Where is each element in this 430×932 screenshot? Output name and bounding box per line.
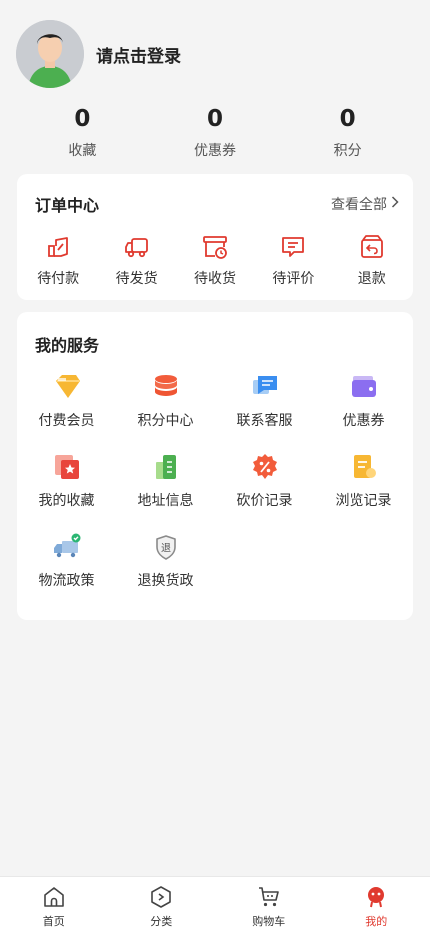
home-icon: [43, 887, 64, 907]
refund-icon: [360, 235, 383, 258]
service-label: 优惠券: [342, 413, 385, 429]
order-label: 待发货: [115, 271, 158, 287]
service-paid-membership[interactable]: 付费会员: [17, 372, 116, 430]
stat-value: 0: [339, 106, 356, 132]
order-center-title: 订单中心: [35, 196, 100, 215]
service-logistics-policy[interactable]: 物流政策: [17, 532, 116, 590]
star-card-icon: [54, 455, 79, 479]
tab-label: 购物车: [252, 915, 286, 928]
document-icon: [353, 455, 376, 478]
service-return-policy[interactable]: 退 退换货政: [116, 532, 215, 590]
service-label: 砍价记录: [236, 493, 293, 509]
service-label: 我的收藏: [38, 493, 95, 509]
return-shield-icon: 退: [155, 535, 176, 560]
service-bargain-records[interactable]: 砍价记录: [215, 452, 314, 510]
diamond-icon: [55, 375, 80, 398]
wallet-icon: [351, 376, 376, 397]
tab-profile[interactable]: 我的: [323, 877, 430, 932]
service-label: 积分中心: [137, 413, 194, 429]
svg-text:退: 退: [161, 543, 171, 555]
pending-payment-icon: [48, 237, 69, 257]
my-services-title: 我的服务: [35, 336, 100, 355]
stat-coupons[interactable]: 0 优惠券: [149, 104, 282, 164]
service-label: 联系客服: [236, 413, 293, 429]
view-all-orders-link[interactable]: 查看全部: [331, 194, 399, 214]
order-pending-review[interactable]: 待评价: [258, 234, 328, 290]
chat-bubble-icon: [252, 376, 277, 394]
profile-icon: [368, 887, 385, 908]
service-my-favorites[interactable]: 我的收藏: [17, 452, 116, 510]
service-label: 退换货政: [137, 573, 194, 589]
order-pending-shipment[interactable]: 待发货: [102, 234, 172, 290]
truck-icon: [124, 238, 148, 258]
stat-points[interactable]: 0 积分: [281, 104, 414, 164]
stat-value: 0: [207, 106, 224, 132]
box-clock-icon: [203, 236, 227, 259]
order-label: 待评价: [272, 271, 315, 287]
service-coupons[interactable]: 优惠券: [314, 372, 413, 430]
stats-row: 0 收藏 0 优惠券 0 积分: [16, 104, 414, 164]
order-label: 退款: [357, 271, 386, 287]
tab-label: 我的: [365, 915, 388, 928]
avatar[interactable]: [16, 20, 84, 88]
service-label: 付费会员: [38, 413, 95, 429]
stat-favorites[interactable]: 0 收藏: [16, 104, 149, 164]
bottom-tab-bar: 首页 分类 购物车 我的: [0, 876, 430, 932]
chevron-right-icon: [391, 196, 399, 212]
order-pending-payment[interactable]: 待付款: [23, 234, 93, 290]
order-label: 待付款: [37, 271, 80, 287]
service-label: 物流政策: [38, 573, 95, 589]
tab-label: 分类: [150, 915, 173, 928]
order-center-card: 订单中心 查看全部 待付款 待发货 待收货 待评价 退款: [17, 174, 413, 300]
services-grid: 付费会员 积分中心 联系客服 优惠券 我的收藏 地址信息 砍价记录 浏览记录 物…: [17, 372, 413, 590]
discount-badge-icon: [252, 454, 277, 479]
stat-label: 优惠券: [194, 143, 236, 159]
tab-cart[interactable]: 购物车: [215, 877, 323, 932]
tab-category[interactable]: 分类: [108, 877, 216, 932]
order-label: 待收货: [193, 271, 236, 287]
stat-value: 0: [74, 106, 91, 132]
service-label: 地址信息: [137, 493, 194, 509]
building-icon: [155, 455, 176, 479]
category-icon: [151, 886, 172, 908]
profile-header[interactable]: 请点击登录: [16, 20, 181, 88]
stat-label: 积分: [333, 143, 362, 159]
order-pending-receipt[interactable]: 待收货: [180, 234, 250, 290]
comment-icon: [282, 237, 305, 257]
my-services-card: 我的服务 付费会员 积分中心 联系客服 优惠券 我的收藏 地址信息 砍价记录 浏…: [17, 312, 413, 620]
order-center-header: 订单中心 查看全部: [35, 192, 399, 216]
tab-label: 首页: [42, 915, 65, 928]
delivery-truck-icon: [53, 533, 80, 558]
service-address-info[interactable]: 地址信息: [116, 452, 215, 510]
tab-home[interactable]: 首页: [0, 877, 108, 932]
service-label: 浏览记录: [335, 493, 392, 509]
service-points-center[interactable]: 积分中心: [116, 372, 215, 430]
service-customer-support[interactable]: 联系客服: [215, 372, 314, 430]
login-prompt[interactable]: 请点击登录: [96, 42, 181, 67]
order-refund[interactable]: 退款: [337, 234, 407, 290]
service-browse-history[interactable]: 浏览记录: [314, 452, 413, 510]
coins-stack-icon: [154, 375, 177, 396]
cart-icon: [258, 887, 279, 907]
order-status-row: 待付款 待发货 待收货 待评价 退款: [17, 234, 413, 290]
stat-label: 收藏: [68, 143, 97, 159]
view-all-label: 查看全部: [331, 197, 387, 213]
